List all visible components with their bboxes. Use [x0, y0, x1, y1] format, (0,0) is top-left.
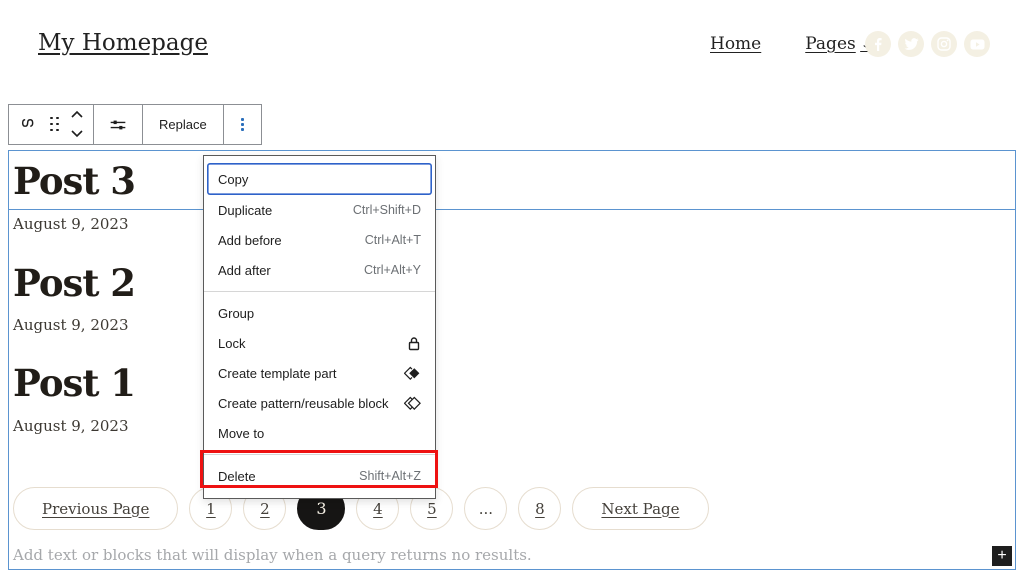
page-5-label: 5 — [427, 500, 437, 518]
toolbar-group-settings — [94, 105, 143, 144]
options-kebab-icon[interactable] — [228, 105, 257, 144]
main-navigation: Home Pages ⌄ — [710, 34, 871, 54]
page-ellipsis: ... — [464, 487, 507, 530]
menu-item-delete[interactable]: Delete Shift+Alt+Z — [204, 461, 435, 491]
create-template-part-label: Create template part — [218, 366, 337, 381]
youtube-icon[interactable] — [964, 31, 990, 57]
menu-item-create-template-part[interactable]: Create template part — [204, 358, 435, 388]
block-movers — [65, 105, 89, 144]
post-date: August 9, 2023 — [13, 316, 129, 334]
post-date: August 9, 2023 — [13, 417, 129, 435]
add-before-shortcut: Ctrl+Alt+T — [365, 233, 421, 247]
nav-item-pages[interactable]: Pages ⌄ — [805, 34, 871, 54]
nav-item-home[interactable]: Home — [710, 34, 761, 54]
lock-icon — [407, 336, 421, 351]
menu-item-add-before[interactable]: Add before Ctrl+Alt+T — [204, 225, 435, 255]
menu-separator — [204, 454, 435, 455]
page-8-label: 8 — [535, 500, 545, 518]
menu-item-move-to[interactable]: Move to — [204, 418, 435, 448]
social-links — [865, 31, 990, 57]
block-toolbar: Replace — [8, 104, 262, 145]
move-to-label: Move to — [218, 426, 264, 441]
site-title-link[interactable]: My Homepage — [38, 30, 208, 56]
instagram-icon[interactable] — [931, 31, 957, 57]
lock-label: Lock — [218, 336, 245, 351]
page-1-label: 1 — [206, 500, 216, 518]
copy-label: Copy — [218, 172, 248, 187]
create-pattern-label: Create pattern/reusable block — [218, 396, 389, 411]
page-number-8[interactable]: 8 — [518, 487, 561, 530]
post-title[interactable]: Post 3 — [13, 159, 135, 203]
move-down-icon[interactable] — [70, 125, 84, 143]
next-page-button[interactable]: Next Page — [572, 487, 708, 530]
menu-item-create-pattern[interactable]: Create pattern/reusable block — [204, 388, 435, 418]
post-date: August 9, 2023 — [13, 215, 129, 233]
menu-item-add-after[interactable]: Add after Ctrl+Alt+Y — [204, 255, 435, 285]
group-label: Group — [218, 306, 254, 321]
query-loop-block[interactable]: Post 3 August 9, 2023 Post 2 August 9, 2… — [8, 150, 1016, 570]
block-appender-plus-icon[interactable]: + — [992, 546, 1012, 566]
facebook-icon[interactable] — [865, 31, 891, 57]
add-after-label: Add after — [218, 263, 271, 278]
menu-separator — [204, 291, 435, 292]
page-2-label: 2 — [260, 500, 270, 518]
duplicate-shortcut: Ctrl+Shift+D — [353, 203, 421, 217]
nav-home-label: Home — [710, 34, 761, 54]
post-title-block-outline — [9, 151, 1015, 210]
toolbar-group-options — [224, 105, 261, 144]
menu-item-duplicate[interactable]: Duplicate Ctrl+Shift+D — [204, 195, 435, 225]
delete-label: Delete — [218, 469, 256, 484]
block-options-menu: Copy Duplicate Ctrl+Shift+D Add before C… — [203, 155, 436, 499]
no-results-placeholder[interactable]: Add text or blocks that will display whe… — [13, 546, 532, 564]
menu-item-copy[interactable]: Copy — [207, 163, 432, 195]
display-settings-icon[interactable] — [98, 105, 138, 144]
add-before-label: Add before — [218, 233, 282, 248]
delete-shortcut: Shift+Alt+Z — [359, 469, 421, 483]
ellipsis-label: ... — [479, 500, 493, 518]
move-up-icon[interactable] — [70, 106, 84, 124]
previous-page-button[interactable]: Previous Page — [13, 487, 178, 530]
add-after-shortcut: Ctrl+Alt+Y — [364, 263, 421, 277]
menu-item-group[interactable]: Group — [204, 298, 435, 328]
site-header: My Homepage Home Pages ⌄ — [0, 0, 1024, 90]
post-title[interactable]: Post 2 — [13, 261, 135, 305]
template-part-icon — [404, 366, 421, 381]
page-4-label: 4 — [373, 500, 383, 518]
drag-handle-icon[interactable] — [45, 105, 65, 144]
page-3-label: 3 — [316, 499, 326, 518]
next-page-label: Next Page — [601, 500, 679, 518]
nav-pages-label: Pages — [805, 34, 855, 54]
toolbar-group-replace: Replace — [143, 105, 224, 144]
post-title[interactable]: Post 1 — [13, 361, 135, 405]
pattern-icon — [404, 396, 421, 411]
replace-button[interactable]: Replace — [147, 105, 219, 144]
twitter-icon[interactable] — [898, 31, 924, 57]
query-loop-icon[interactable] — [13, 105, 45, 144]
duplicate-label: Duplicate — [218, 203, 272, 218]
toolbar-group-block — [9, 105, 94, 144]
previous-page-label: Previous Page — [42, 500, 149, 518]
menu-item-lock[interactable]: Lock — [204, 328, 435, 358]
